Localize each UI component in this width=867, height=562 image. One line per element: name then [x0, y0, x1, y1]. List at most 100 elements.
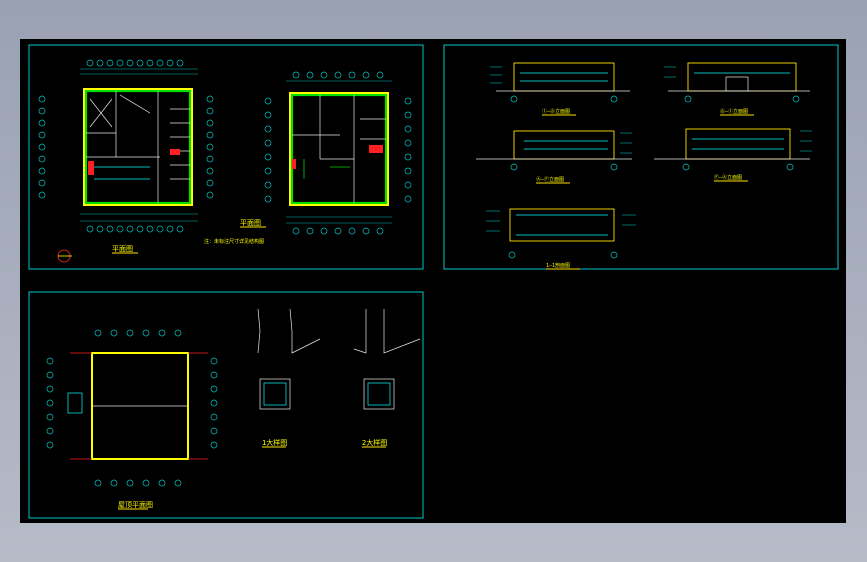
ground-floor-plan [38, 59, 214, 233]
grid-bubble [38, 167, 46, 175]
grid-bubble [404, 139, 412, 147]
grid-bubble [292, 227, 300, 235]
elevation-3: Ⓐ—Ⓕ立面图 [476, 130, 632, 184]
grid-bubble [46, 413, 54, 421]
north-arrow-icon [57, 249, 72, 263]
grid-bubble [106, 225, 114, 233]
grid-bubble [46, 441, 54, 449]
drawing-svg: 平面图 平面图 注：未标注尺寸详见结构图 ①—⑧立面图 ⑧—①立面图 Ⓐ—Ⓕ立面… [28, 44, 839, 519]
grid-bubble [404, 97, 412, 105]
grid-bubble [404, 125, 412, 133]
grid-bubble [86, 59, 94, 67]
grid-bubble [94, 479, 102, 487]
grid-bubble [376, 71, 384, 79]
grid-bubble [176, 59, 184, 67]
grid-bubble [206, 107, 214, 115]
grid-bubble [116, 225, 124, 233]
grid-bubble [376, 227, 384, 235]
caption-roof: 屋顶平面图 [118, 501, 153, 509]
roof-plan: 屋顶平面图 [46, 329, 218, 510]
plan1-bottom-dims [80, 213, 198, 222]
grid-bubble [210, 385, 218, 393]
caption-plan2: 平面图 [240, 219, 261, 227]
caption-elev-3: Ⓐ—Ⓕ立面图 [536, 176, 564, 183]
grid-bubble [116, 59, 124, 67]
grid-bubble [38, 179, 46, 187]
detail-2: 2大样图 [353, 309, 421, 448]
sheet-elevations[interactable]: ①—⑧立面图 ⑧—①立面图 Ⓐ—Ⓕ立面图 Ⓕ—Ⓐ立面图 1—1剖面图 [443, 44, 839, 270]
grid-bubble [158, 479, 166, 487]
sheet-frame [443, 44, 839, 270]
plan1-gridlines [38, 59, 214, 233]
grid-bubble [210, 413, 218, 421]
elevation-1: ①—⑧立面图 [490, 62, 630, 116]
grid-bubble [404, 167, 412, 175]
grid-bubble [38, 155, 46, 163]
grid-bubble [404, 181, 412, 189]
grid-bubble [46, 385, 54, 393]
grid-bubble [206, 95, 214, 103]
grid-bubble [142, 329, 150, 337]
grid-bubble [264, 97, 272, 105]
caption-detail-1: 1大样图 [262, 438, 287, 447]
grid-bubble [156, 225, 164, 233]
grid-bubble [264, 153, 272, 161]
caption-section: 1—1剖面图 [546, 262, 570, 269]
grid-bubble [126, 479, 134, 487]
model-space-canvas[interactable]: 平面图 平面图 注：未标注尺寸详见结构图 ①—⑧立面图 ⑧—①立面图 Ⓐ—Ⓕ立面… [20, 39, 846, 523]
section-1-1: 1—1剖面图 [486, 208, 636, 270]
elevation-2: ⑧—①立面图 [664, 62, 810, 116]
grid-bubble [210, 371, 218, 379]
grid-bubble [86, 225, 94, 233]
cad-window: 平面图 平面图 注：未标注尺寸详见结构图 ①—⑧立面图 ⑧—①立面图 Ⓐ—Ⓕ立面… [0, 0, 867, 562]
grid-bubble [334, 227, 342, 235]
sheet-roof[interactable]: 屋顶平面图 1大样图 2大样图 [28, 291, 424, 519]
grid-bubble [38, 119, 46, 127]
grid-bubble [94, 329, 102, 337]
grid-bubble [174, 479, 182, 487]
plan1-top-dims [80, 68, 198, 75]
grid-bubble [362, 71, 370, 79]
grid-bubble [264, 125, 272, 133]
grid-bubble [46, 427, 54, 435]
grid-bubble [206, 119, 214, 127]
plan-note: 注：未标注尺寸详见结构图 [204, 238, 264, 245]
grid-bubble [206, 191, 214, 199]
grid-bubble [46, 357, 54, 365]
grid-bubble [136, 59, 144, 67]
grid-bubble [404, 111, 412, 119]
grid-bubble [110, 329, 118, 337]
grid-bubble [166, 225, 174, 233]
grid-bubble [264, 195, 272, 203]
grid-bubble [126, 59, 134, 67]
grid-bubble [136, 225, 144, 233]
sheet-floor-plans[interactable]: 平面图 平面图 注：未标注尺寸详见结构图 [28, 44, 424, 270]
grid-bubble [362, 227, 370, 235]
grid-bubble [206, 167, 214, 175]
plan1-outer-wall [84, 89, 192, 205]
caption-detail-2: 2大样图 [362, 438, 387, 447]
elevation-4: Ⓕ—Ⓐ立面图 [654, 128, 812, 182]
grid-bubble [142, 479, 150, 487]
grid-bubble [156, 59, 164, 67]
grid-bubble [320, 71, 328, 79]
upper-floor-plan [264, 71, 412, 235]
red-fixture [170, 149, 180, 155]
grid-bubble [334, 71, 342, 79]
grid-bubble [348, 227, 356, 235]
grid-bubble [264, 167, 272, 175]
grid-bubble [126, 225, 134, 233]
grid-bubble [96, 225, 104, 233]
grid-bubble [146, 59, 154, 67]
grid-bubble [210, 441, 218, 449]
grid-bubble [46, 371, 54, 379]
detail-1: 1大样图 [257, 308, 321, 448]
grid-bubble [320, 227, 328, 235]
caption-elev-2: ⑧—①立面图 [720, 108, 748, 115]
grid-bubble [38, 95, 46, 103]
grid-bubble [210, 427, 218, 435]
grid-bubble [106, 59, 114, 67]
grid-bubble [210, 357, 218, 365]
grid-bubble [306, 71, 314, 79]
grid-bubble [306, 227, 314, 235]
